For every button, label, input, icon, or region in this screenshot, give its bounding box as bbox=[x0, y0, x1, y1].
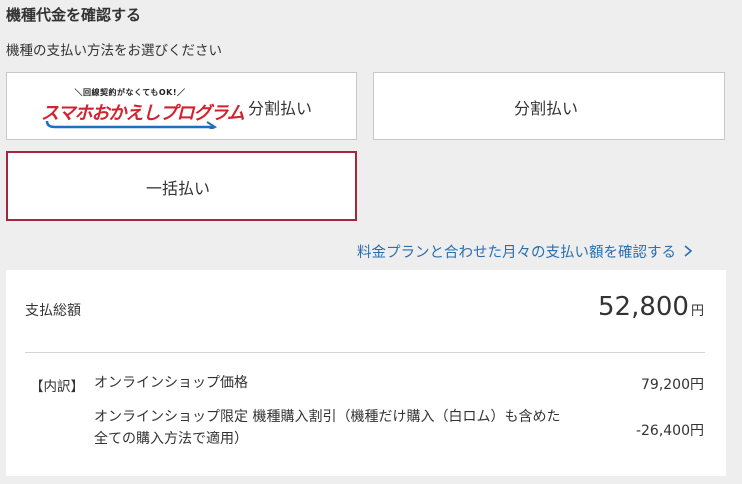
divider bbox=[25, 352, 705, 353]
total-amount-value: 52,800 bbox=[598, 292, 689, 322]
total-amount: 52,800 円 bbox=[598, 292, 704, 322]
page-title: 機種代金を確認する bbox=[6, 6, 142, 24]
breakdown-item-value: 79,200円 bbox=[641, 377, 704, 393]
option-installment[interactable]: 分割払い bbox=[373, 72, 725, 140]
option-label: 分割払い bbox=[248, 99, 313, 118]
okaeshi-program-logo: ＼回線契約がなくてもOK!／ スマホおかえしプログラム bbox=[41, 85, 245, 129]
breakdown-item-value: -26,400円 bbox=[635, 423, 704, 439]
breakdown-label: 【内訳】 bbox=[30, 379, 84, 395]
breakdown-item-name: オンラインショップ限定 機種購入割引（機種だけ購入（白ロム）も含めた 全ての購入… bbox=[94, 406, 560, 450]
breakdown-item-name-line2: 全ての購入方法で適用） bbox=[94, 431, 248, 447]
breakdown-item-name-line1: オンラインショップ限定 機種購入割引（機種だけ購入（白ロム）も含めた bbox=[94, 409, 561, 425]
option-label: 分割払い bbox=[514, 99, 579, 118]
payment-method-prompt: 機種の支払い方法をお選びください bbox=[6, 43, 222, 59]
breakdown-item-name: オンラインショップ価格 bbox=[94, 375, 248, 391]
plan-link-label: 料金プランと合わせた月々の支払い額を確認する bbox=[357, 245, 676, 261]
logo-swoosh-icon bbox=[45, 120, 218, 129]
option-lump-sum[interactable]: 一括払い bbox=[6, 151, 357, 221]
option-label: 一括払い bbox=[146, 179, 211, 198]
chevron-right-icon bbox=[684, 245, 693, 257]
payment-summary-card: 支払総額 52,800 円 【内訳】 オンラインショップ価格 79,200円 オン… bbox=[6, 270, 726, 476]
logo-tagline: ＼回線契約がなくてもOK!／ bbox=[74, 88, 186, 97]
total-label: 支払総額 bbox=[25, 303, 81, 319]
currency-unit: 円 bbox=[690, 304, 704, 319]
option-okaeshi-installment[interactable]: ＼回線契約がなくてもOK!／ スマホおかえしプログラム 分割払い bbox=[6, 72, 357, 140]
plan-monthly-payment-link[interactable]: 料金プランと合わせた月々の支払い額を確認する bbox=[357, 241, 693, 262]
